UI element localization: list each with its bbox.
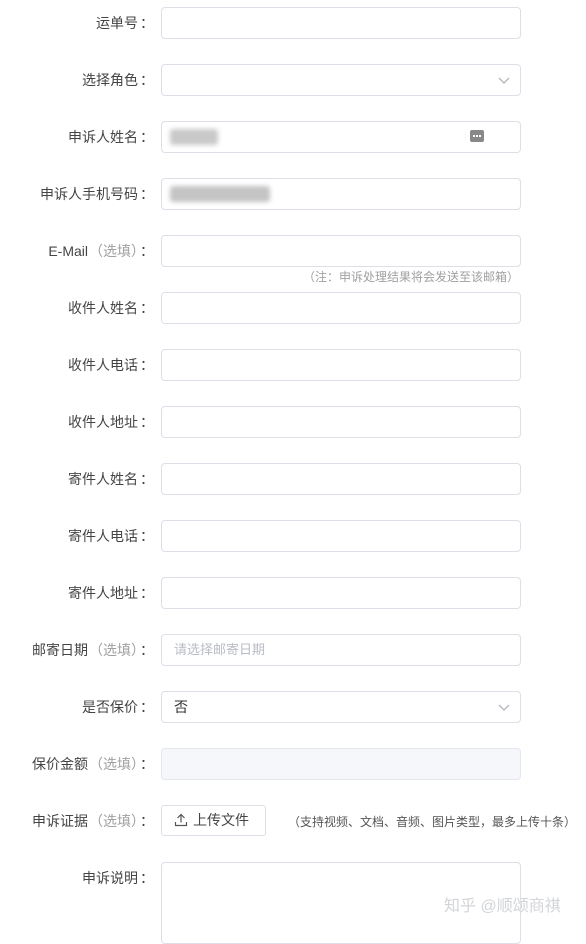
sender-address-input[interactable]	[161, 577, 521, 609]
chevron-down-icon	[498, 704, 510, 711]
recipient-phone-label: 收件人电话：	[68, 357, 154, 373]
mail-date-row: 邮寄日期（选填）： 请选择邮寄日期	[0, 634, 586, 666]
evidence-label: 申诉证据（选填）：	[32, 813, 154, 829]
email-note: （注：申诉处理结果将会发送至该邮箱）	[302, 270, 519, 284]
complainant-name-input[interactable]	[161, 121, 521, 153]
sender-phone-input[interactable]	[161, 520, 521, 552]
insured-row: 是否保价： 否	[0, 691, 586, 723]
redacted-name	[170, 129, 218, 145]
insured-amount-row: 保价金额（选填）：	[0, 748, 586, 780]
role-row: 选择角色：	[0, 64, 586, 96]
upload-icon	[174, 813, 188, 827]
sender-address-label: 寄件人地址：	[68, 585, 154, 601]
email-input[interactable]	[161, 235, 521, 267]
recipient-address-input[interactable]	[161, 406, 521, 438]
recipient-name-input[interactable]	[161, 292, 521, 324]
complainant-phone-row: 申诉人手机号码：	[0, 178, 586, 210]
insured-amount-input	[161, 748, 521, 780]
sender-phone-label: 寄件人电话：	[68, 528, 154, 544]
email-label: E-Mail（选填）：	[48, 243, 154, 259]
insured-label: 是否保价：	[82, 699, 154, 715]
recipient-name-label: 收件人姓名：	[68, 300, 154, 316]
complainant-phone-label: 申诉人手机号码：	[40, 186, 154, 202]
recipient-name-row: 收件人姓名：	[0, 292, 586, 324]
upload-file-button[interactable]: 上传文件	[161, 805, 266, 836]
description-label: 申诉说明：	[82, 870, 154, 886]
recipient-address-label: 收件人地址：	[68, 414, 154, 430]
waybill-row: 运单号：	[0, 7, 586, 39]
chevron-down-icon	[498, 77, 510, 84]
sender-name-input[interactable]	[161, 463, 521, 495]
mail-date-picker[interactable]: 请选择邮寄日期	[161, 634, 521, 666]
sender-name-row: 寄件人姓名：	[0, 463, 586, 495]
waybill-input[interactable]	[161, 7, 521, 39]
recipient-address-row: 收件人地址：	[0, 406, 586, 438]
recipient-phone-row: 收件人电话：	[0, 349, 586, 381]
sender-name-label: 寄件人姓名：	[68, 471, 154, 487]
recipient-phone-input[interactable]	[161, 349, 521, 381]
evidence-row: 申诉证据（选填）： 上传文件 （支持视频、文档、音频、图片类型，最多上传十条）	[0, 805, 586, 837]
complainant-phone-input[interactable]	[161, 178, 521, 210]
sender-address-row: 寄件人地址：	[0, 577, 586, 609]
watermark: 知乎 @顺颂商祺	[444, 898, 561, 915]
redacted-phone	[170, 186, 270, 202]
role-label: 选择角色：	[82, 72, 154, 88]
mail-date-placeholder: 请选择邮寄日期	[174, 642, 266, 657]
complainant-name-label: 申诉人姓名：	[68, 129, 154, 145]
waybill-label: 运单号：	[96, 15, 154, 31]
role-select[interactable]	[161, 64, 521, 96]
sender-phone-row: 寄件人电话：	[0, 520, 586, 552]
keyboard-icon[interactable]	[470, 130, 484, 142]
mail-date-label: 邮寄日期（选填）：	[32, 642, 154, 658]
upload-hint: （支持视频、文档、音频、图片类型，最多上传十条）	[288, 815, 577, 829]
upload-button-label: 上传文件	[193, 812, 249, 828]
insured-value: 否	[174, 699, 188, 715]
insured-select[interactable]: 否	[161, 691, 521, 723]
insured-amount-label: 保价金额（选填）：	[32, 756, 154, 772]
complainant-name-row: 申诉人姓名：	[0, 121, 586, 153]
email-row: E-Mail（选填）：	[0, 235, 586, 267]
